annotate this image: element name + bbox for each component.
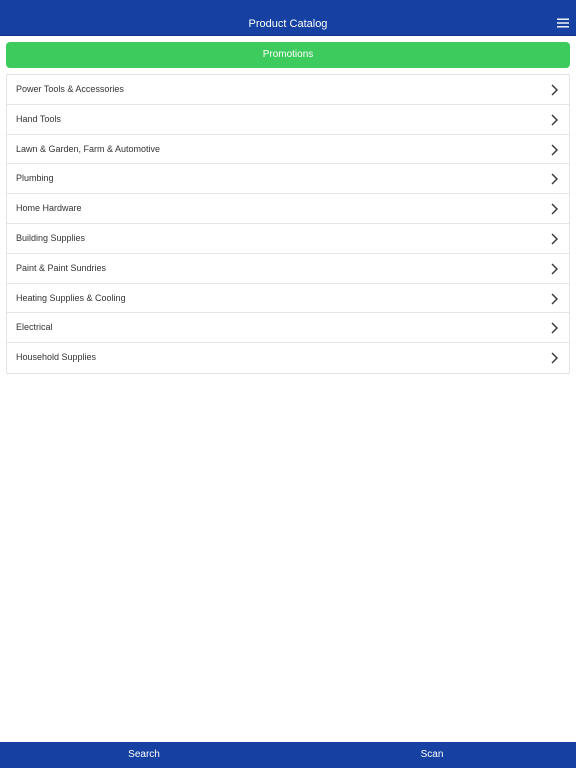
category-label: Household Supplies [16, 352, 97, 363]
category-item-electrical[interactable]: Electrical [7, 313, 569, 344]
category-label: Building Supplies [16, 232, 86, 243]
chevron-right-icon [550, 321, 559, 335]
top-header: Product Catalog [0, 0, 576, 36]
category-label: Power Tools & Accessories [16, 84, 124, 94]
chevron-right-icon [550, 232, 559, 246]
chevron-right-icon [550, 172, 559, 186]
category-label: Hand Tools [16, 113, 61, 124]
category-item-hand-tools[interactable]: Hand Tools [7, 105, 569, 135]
category-list: Power Tools & Accessories Hand Tools Law… [6, 74, 570, 374]
chevron-right-icon [550, 202, 559, 216]
chevron-right-icon [550, 143, 559, 157]
chevron-right-icon [550, 83, 559, 97]
category-item-home-hardware[interactable]: Home Hardware [7, 194, 569, 224]
category-item-lawn-garden[interactable]: Lawn & Garden, Farm & Automotive [7, 135, 569, 165]
app-screen: Product Catalog Promotions Power Tools &… [0, 0, 576, 768]
category-label: Lawn & Garden, Farm & Automotive [16, 143, 161, 154]
category-label: Plumbing [16, 173, 54, 184]
category-item-heating-cooling[interactable]: Heating Supplies & Cooling [7, 284, 569, 314]
category-item-building-supplies[interactable]: Building Supplies [7, 224, 569, 254]
page-title: Product Catalog [248, 18, 328, 30]
chevron-right-icon [550, 113, 559, 127]
chevron-right-icon [550, 262, 559, 276]
category-item-plumbing[interactable]: Plumbing [7, 164, 569, 195]
category-item-household-supplies[interactable]: Household Supplies [7, 343, 569, 373]
scan-tab-button[interactable]: Scan [288, 742, 576, 768]
promotions-button[interactable]: Promotions [6, 42, 570, 68]
category-label: Heating Supplies & Cooling [16, 292, 126, 303]
category-label: Home Hardware [16, 203, 82, 214]
search-tab-button[interactable]: Search [0, 742, 288, 768]
category-label: Paint & Paint Sundries [16, 262, 107, 273]
chevron-right-icon [550, 351, 559, 365]
category-item-paint[interactable]: Paint & Paint Sundries [7, 254, 569, 284]
category-item-power-tools[interactable]: Power Tools & Accessories [7, 75, 569, 105]
category-label: Electrical [16, 322, 53, 333]
menu-button[interactable] [556, 16, 570, 30]
hamburger-menu-icon [557, 18, 569, 28]
bottom-tab-bar: Search Scan [0, 742, 576, 768]
chevron-right-icon [550, 292, 559, 306]
